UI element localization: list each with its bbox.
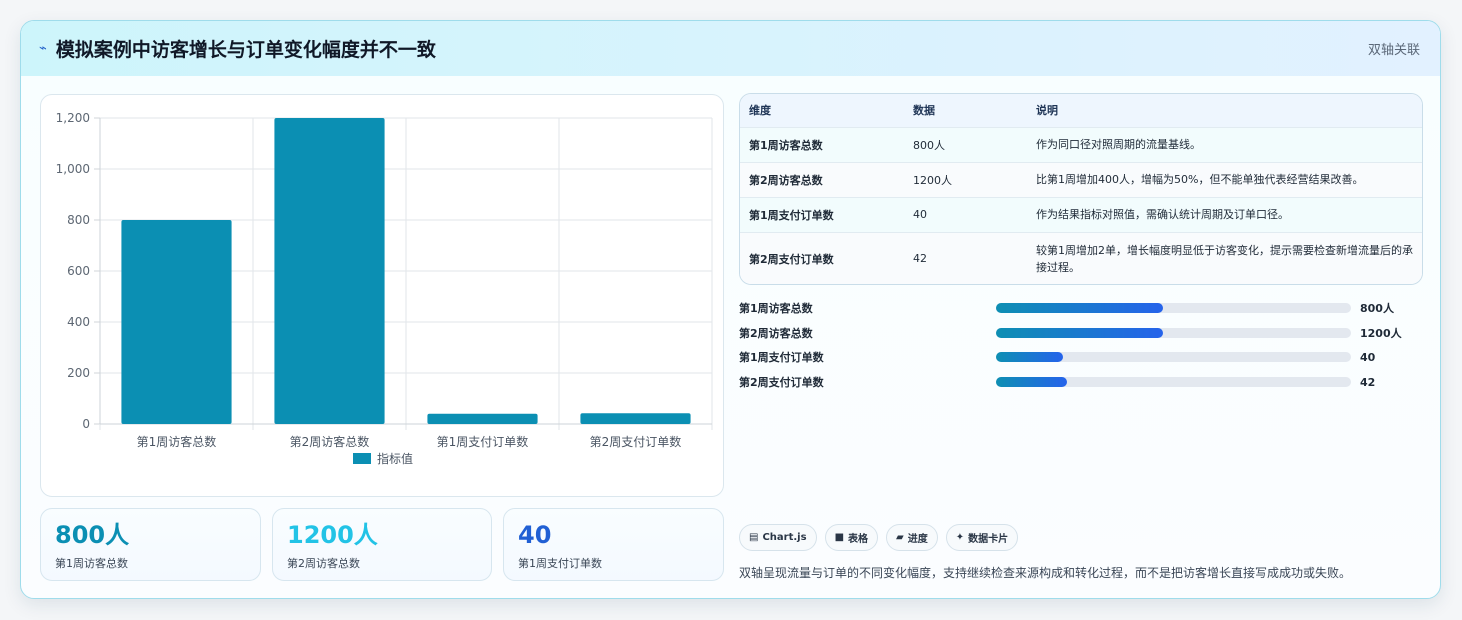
chart-icon: ▤ — [749, 532, 759, 543]
table-cell-note: 较第1周增加2单，增长幅度明显低于访客变化，提示需要检查新增流量后的承接过程。 — [1027, 231, 1422, 284]
footer-note: 双轴呈现流量与订单的不同变化幅度，支持继续检查来源构成和转化过程，而不是把访客增… — [739, 566, 1352, 580]
progress-label: 第1周支付订单数 — [739, 351, 824, 365]
bar — [121, 220, 232, 424]
table-cell-value: 42 — [904, 231, 1027, 284]
stat-value: 800人 — [55, 521, 130, 549]
title-wrap: ⌁ 模拟案例中访客增长与订单变化幅度并不一致 — [39, 35, 436, 62]
card-header: ⌁ 模拟案例中访客增长与订单变化幅度并不一致 双轴关联 — [21, 21, 1440, 76]
progress-track — [996, 303, 1351, 314]
progress-row: 第2周支付订单数 42 — [739, 370, 1419, 395]
page-title: 模拟案例中访客增长与订单变化幅度并不一致 — [55, 39, 436, 61]
stat-card-week1-orders: 40 第1周支付订单数 — [503, 508, 724, 581]
progress-track — [996, 377, 1351, 388]
progress-fill — [996, 303, 1163, 314]
header-tag: 双轴关联 — [1367, 43, 1420, 58]
y-tick-label: 1,000 — [56, 162, 90, 176]
progress-list: 第1周访客总数 800人第2周访客总数 1200人第1周支付订单数 40 第2周支付订单… — [739, 296, 1419, 394]
stat-label: 第1周访客总数 — [55, 557, 128, 570]
progress-track — [996, 327, 1351, 338]
progress-value: 1200人 — [1360, 326, 1402, 340]
dashboard-card: ⌁ 模拟案例中访客增长与订单变化幅度并不一致 双轴关联 0 200 400 600 80… — [20, 20, 1441, 599]
y-tick-label: 600 — [67, 264, 90, 278]
bar-chart: 0 200 400 600 800 1,000 1,200 第1周访客总数 第2周访客总数 第1周… — [56, 111, 713, 466]
chip-label: 进度 — [907, 534, 928, 545]
sparkle-icon: ✦ — [955, 532, 965, 543]
chip-chart-js: ▤ Chart.js — [739, 524, 817, 551]
progress-label: 第1周访客总数 — [739, 302, 813, 316]
y-tick-label: 400 — [67, 315, 90, 329]
chip--: ■ 表格 — [824, 524, 879, 551]
progress-label: 第2周访客总数 — [739, 326, 813, 340]
stat-card-week2-visitors: 1200人 第2周访客总数 — [272, 508, 492, 581]
y-tick-label: 200 — [67, 366, 90, 380]
bar — [580, 413, 691, 424]
table-row: 第2周访客总数 1200人 比第1周增加400人，增幅为50%，但不能单独代表经… — [740, 161, 1422, 197]
progress-track — [996, 352, 1351, 363]
progress-row: 第1周访客总数 800人 — [739, 296, 1419, 321]
chip-label: 表格 — [848, 534, 869, 545]
bar — [274, 118, 385, 424]
table-header: 说明 — [1036, 104, 1058, 118]
table-cell-dimension: 第1周支付订单数 — [740, 196, 904, 232]
table-icon: ■ — [834, 532, 845, 543]
progress-icon: ▰ — [896, 532, 904, 543]
chip--: ✦ 数据卡片 — [945, 524, 1019, 551]
chip-label: 数据卡片 — [968, 534, 1009, 545]
progress-label: 第2周支付订单数 — [739, 376, 824, 390]
progress-value: 40 — [1360, 350, 1376, 364]
bar-chart-panel: 0 200 400 600 800 1,000 1,200 第1周访客总数 第2周访客总数 第1周… — [40, 94, 724, 497]
table-cell-dimension: 第1周访客总数 — [740, 126, 904, 162]
chip-label: Chart.js — [762, 532, 807, 543]
x-tick-label: 第2周访客总数 — [290, 434, 370, 449]
y-tick-label: 1,200 — [56, 111, 90, 125]
table-cell-value: 40 — [904, 196, 1027, 232]
progress-fill — [996, 327, 1163, 338]
stat-label: 第1周支付订单数 — [518, 557, 602, 570]
table-cell-note: 作为结果指标对照值，需确认统计周期及订单口径。 — [1027, 196, 1422, 232]
table-header-row: 维度 数据 说明 — [740, 94, 1422, 127]
tech-chips: ▤ Chart.js ■ 表格 ▰ 进度 ✦ 数据卡片 — [739, 524, 1019, 551]
table-cell-dimension: 第2周访客总数 — [740, 161, 904, 197]
stat-label: 第2周访客总数 — [287, 557, 360, 570]
table-row: 第1周访客总数 800人 作为同口径对照周期的流量基线。 — [740, 126, 1422, 162]
data-table: 维度 数据 说明 第1周访客总数 800人 作为同口径对照周期的流量基线。 第2… — [739, 93, 1423, 285]
y-tick-label: 0 — [82, 417, 90, 431]
table-cell-value: 1200人 — [904, 161, 1027, 197]
bar — [427, 413, 538, 424]
table-cell-note: 作为同口径对照周期的流量基线。 — [1027, 126, 1422, 162]
legend-swatch — [353, 453, 371, 464]
x-tick-label: 第2周支付订单数 — [590, 434, 682, 449]
table-row: 第1周支付订单数 40 作为结果指标对照值，需确认统计周期及订单口径。 — [740, 196, 1422, 232]
pulse-icon: ⌁ — [39, 41, 47, 56]
stat-value: 40 — [518, 521, 552, 549]
stat-value: 1200人 — [287, 521, 378, 549]
y-tick-label: 800 — [67, 213, 90, 227]
progress-value: 42 — [1360, 375, 1376, 389]
progress-value: 800人 — [1360, 302, 1394, 316]
legend-label: 指标值 — [377, 451, 413, 466]
stat-card-week1-visitors: 800人 第1周访客总数 — [40, 508, 261, 581]
progress-fill — [996, 377, 1067, 388]
progress-row: 第2周访客总数 1200人 — [739, 321, 1419, 346]
x-tick-label: 第1周支付订单数 — [437, 434, 529, 449]
table-cell-note: 比第1周增加400人，增幅为50%，但不能单独代表经营结果改善。 — [1027, 161, 1422, 197]
table-header: 维度 — [749, 104, 771, 118]
table-cell-value: 800人 — [904, 126, 1027, 162]
chip--: ▰ 进度 — [886, 524, 938, 551]
x-tick-label: 第1周访客总数 — [137, 434, 217, 449]
table-row: 第2周支付订单数 42 较第1周增加2单，增长幅度明显低于访客变化，提示需要检查… — [740, 231, 1422, 284]
table-header: 数据 — [913, 104, 935, 118]
table-cell-dimension: 第2周支付订单数 — [740, 231, 904, 284]
progress-row: 第1周支付订单数 40 — [739, 345, 1419, 370]
progress-fill — [996, 352, 1064, 363]
